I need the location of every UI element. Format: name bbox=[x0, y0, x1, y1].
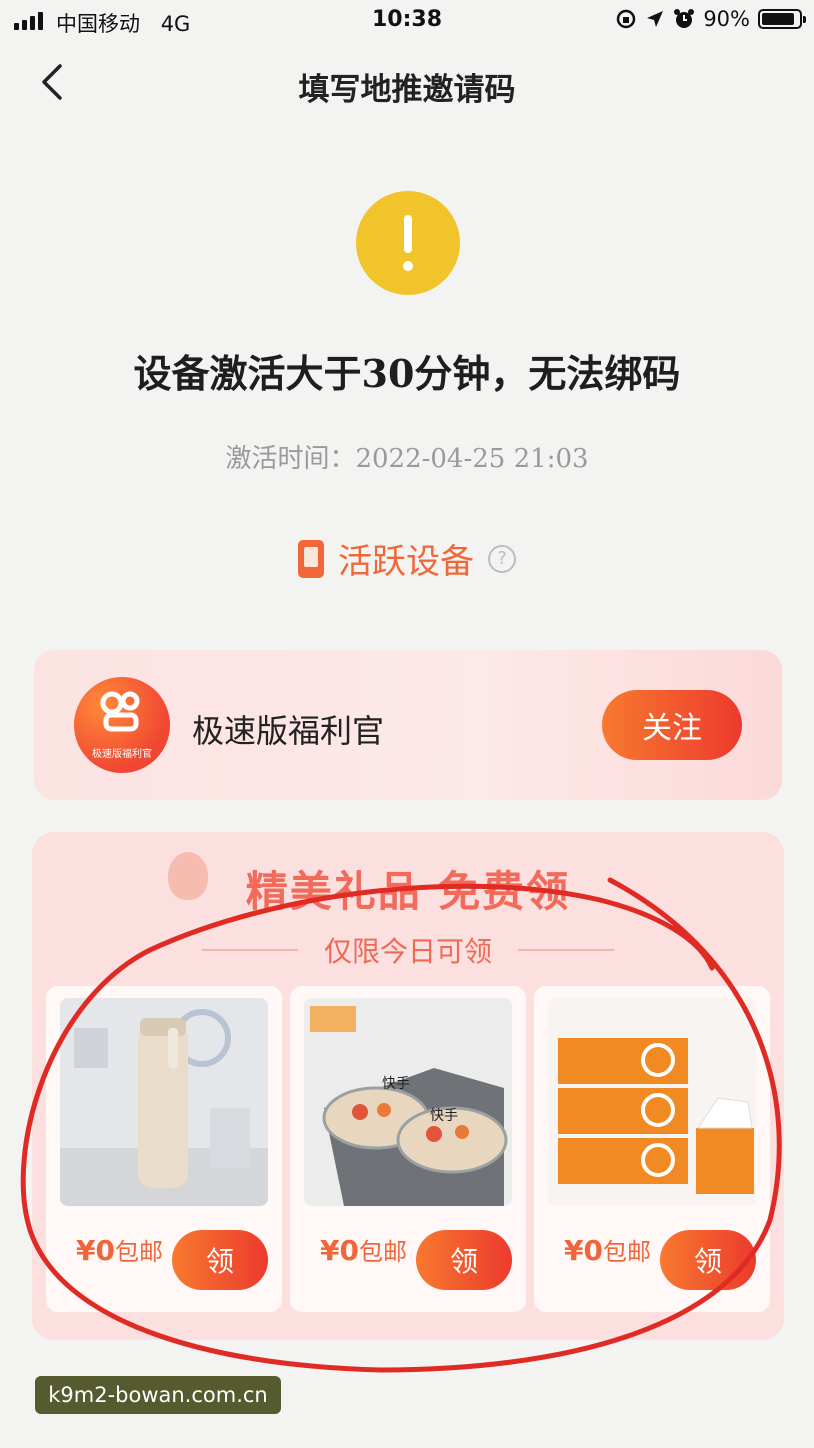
battery-percent: 90% bbox=[703, 7, 750, 31]
follow-card: 极速版福利官 极速版福利官 关注 bbox=[34, 650, 782, 800]
battery-fill bbox=[762, 13, 795, 25]
active-device-label: 活跃设备 bbox=[338, 542, 474, 582]
bowl-brand-text: 快手 bbox=[382, 1076, 410, 1092]
page-title: 填写地推邀请码 bbox=[298, 72, 516, 108]
shipping-note: 包邮 bbox=[602, 1238, 651, 1266]
question-icon[interactable]: ? bbox=[488, 544, 516, 573]
price-value: ¥0 bbox=[564, 1234, 603, 1267]
status-icons: 90% bbox=[615, 7, 806, 31]
claim-button[interactable]: 领 bbox=[416, 1230, 512, 1290]
claim-button[interactable]: 领 bbox=[660, 1230, 756, 1290]
account-name: 极速版福利官 bbox=[192, 712, 385, 750]
shipping-note: 包邮 bbox=[114, 1238, 163, 1266]
exclamation-icon bbox=[356, 191, 460, 295]
price-label: ¥0包邮 bbox=[564, 1232, 651, 1267]
gift-item[interactable]: ¥0包邮 领 bbox=[534, 986, 770, 1312]
product-image-bowls[interactable]: 快手 快手 bbox=[304, 998, 512, 1206]
location-icon bbox=[647, 11, 664, 27]
gift-item[interactable]: ¥0包邮 领 bbox=[46, 986, 282, 1312]
gift-card: 精美礼品 免费领 仅限今日可领 ¥0包邮 领 快手 快手 ¥0包邮 领 ¥0包邮… bbox=[32, 832, 784, 1340]
bowl-brand-text: 快手 bbox=[430, 1108, 458, 1124]
follow-button[interactable]: 关注 bbox=[602, 690, 742, 760]
price-value: ¥0 bbox=[76, 1234, 115, 1267]
gift-subtitle: 仅限今日可领 bbox=[323, 935, 492, 968]
divider-right bbox=[518, 949, 614, 951]
gift-item[interactable]: 快手 快手 ¥0包邮 领 bbox=[290, 986, 526, 1312]
battery-icon bbox=[758, 9, 806, 29]
gift-title: 精美礼品 免费领 bbox=[245, 867, 571, 916]
activation-time: 激活时间：2022-04-25 21:03 bbox=[225, 444, 589, 474]
shipping-note: 包邮 bbox=[358, 1238, 407, 1266]
price-label: ¥0包邮 bbox=[76, 1232, 163, 1267]
watermark: k9m2-bowan.com.cn bbox=[35, 1376, 281, 1414]
status-bar: 中国移动 4G 10:38 90% bbox=[0, 0, 814, 42]
price-label: ¥0包邮 bbox=[320, 1232, 407, 1267]
rotation-lock-icon bbox=[617, 9, 636, 29]
kuaishou-logo-icon bbox=[100, 691, 140, 732]
claim-button[interactable]: 领 bbox=[172, 1230, 268, 1290]
active-device-link[interactable]: 活跃设备 ? bbox=[0, 534, 814, 583]
phone-icon bbox=[298, 539, 324, 578]
warning-title: 设备激活大于30分钟，无法绑码 bbox=[133, 351, 681, 396]
product-image-tissues[interactable] bbox=[548, 998, 756, 1206]
nav-header: 填写地推邀请码 bbox=[0, 52, 814, 116]
price-value: ¥0 bbox=[320, 1234, 359, 1267]
avatar[interactable]: 极速版福利官 bbox=[74, 677, 170, 773]
avatar-caption: 极速版福利官 bbox=[92, 749, 152, 760]
alarm-icon bbox=[674, 9, 695, 28]
product-image-bottle[interactable] bbox=[60, 998, 268, 1206]
